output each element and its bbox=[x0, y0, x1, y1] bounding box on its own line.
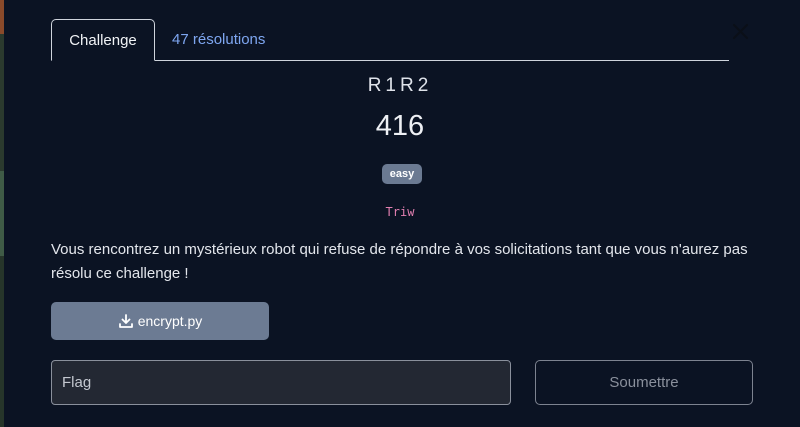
tab-bar: Challenge 47 résolutions bbox=[51, 19, 729, 61]
file-name: encrypt.py bbox=[137, 313, 203, 329]
challenge-author: Triw bbox=[385, 205, 415, 219]
close-icon bbox=[732, 23, 749, 40]
tab-challenge[interactable]: Challenge bbox=[51, 19, 155, 61]
download-icon bbox=[118, 314, 133, 328]
challenge-title: R1R2 bbox=[367, 75, 433, 96]
flag-input[interactable] bbox=[51, 360, 511, 405]
close-button[interactable] bbox=[730, 20, 752, 42]
difficulty-badge: easy bbox=[382, 164, 422, 184]
challenge-modal: Challenge 47 résolutions R1R2 416 easy T… bbox=[0, 0, 800, 427]
submit-button[interactable]: Soumettre bbox=[535, 360, 753, 405]
challenge-points: 416 bbox=[375, 110, 425, 142]
challenge-description: Vous rencontrez un mystérieux robot qui … bbox=[51, 241, 748, 282]
tab-solves[interactable]: 47 résolutions bbox=[172, 19, 265, 60]
download-file-button[interactable]: encrypt.py bbox=[51, 302, 269, 340]
